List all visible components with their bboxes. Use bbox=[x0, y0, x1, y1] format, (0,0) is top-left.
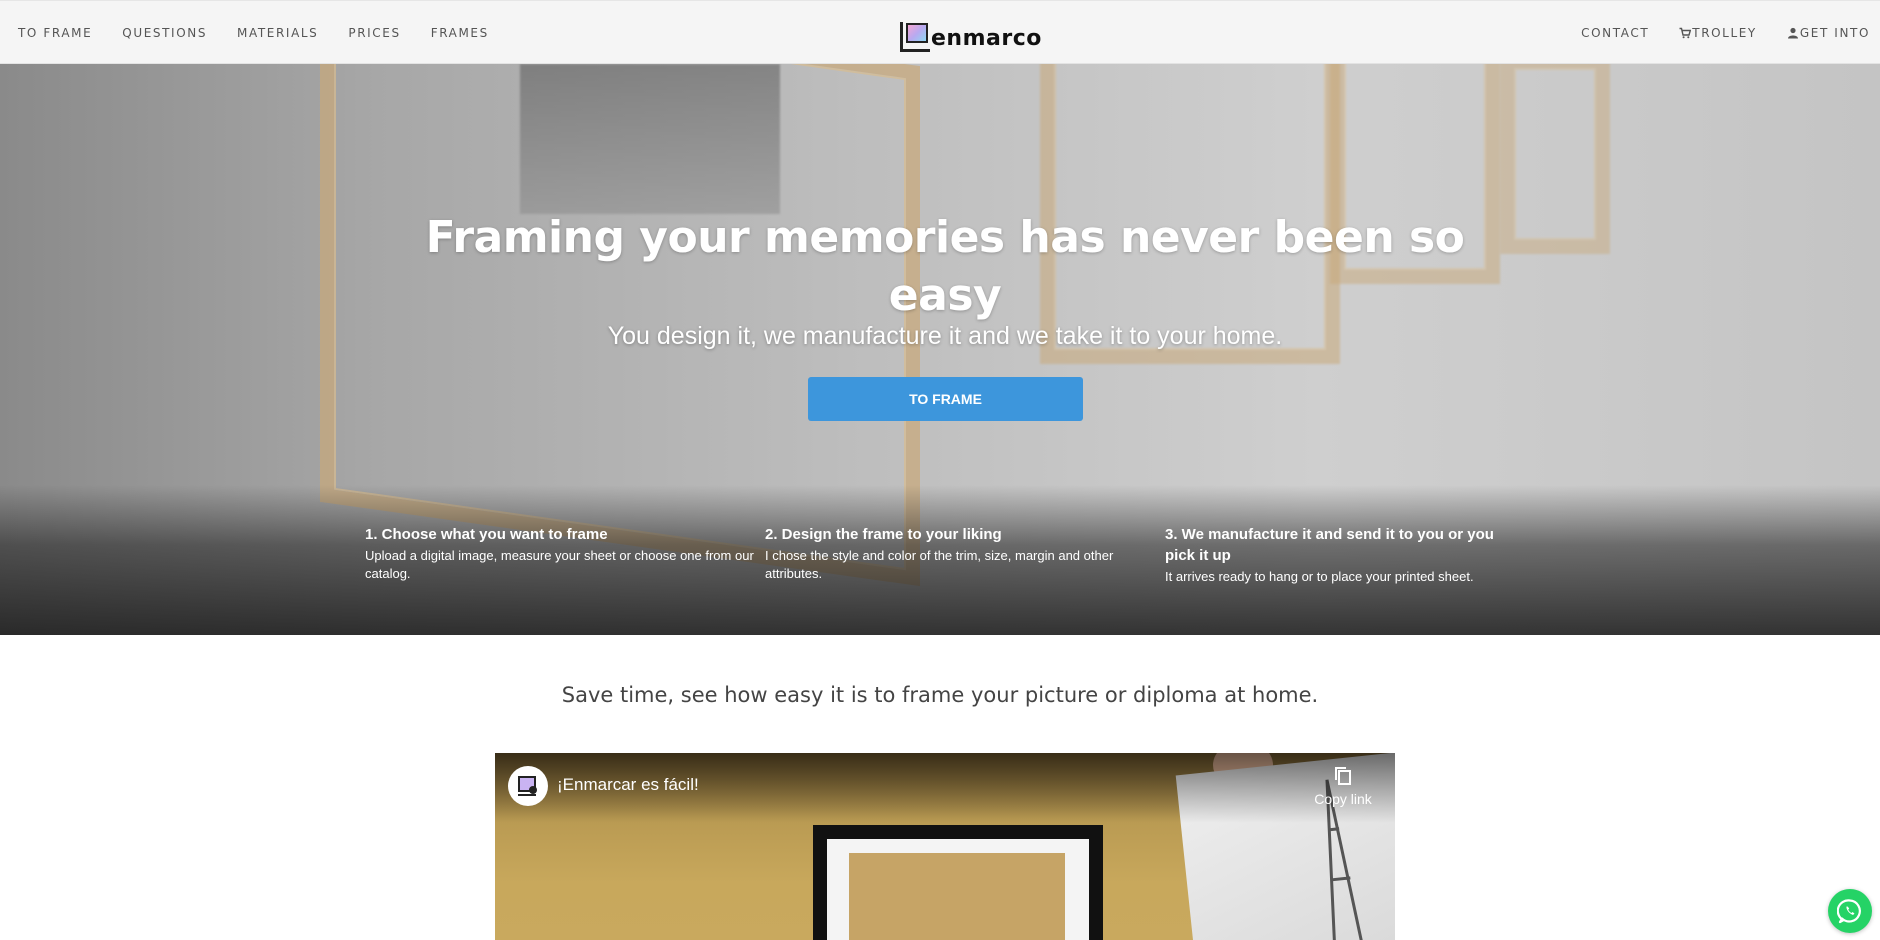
steps-row: 1. Choose what you want to frame Upload … bbox=[365, 524, 1515, 586]
nav-link-prices[interactable]: PRICES bbox=[348, 26, 400, 40]
copy-link-button[interactable]: Copy link bbox=[1313, 765, 1373, 807]
step-3: 3. We manufacture it and send it to you … bbox=[1165, 524, 1515, 586]
section-tagline: Save time, see how easy it is to frame y… bbox=[561, 683, 1319, 707]
nav-trolley-label: TROLLEY bbox=[1692, 26, 1757, 40]
hero-subtitle: You design it, we manufacture it and we … bbox=[607, 322, 1283, 350]
nav-link-materials[interactable]: MATERIALS bbox=[237, 26, 318, 40]
step-1-text: Upload a digital image, measure your she… bbox=[365, 548, 754, 581]
hero-banner: Framing your memories has never been so … bbox=[0, 64, 1880, 635]
cart-icon bbox=[1679, 27, 1692, 39]
channel-avatar[interactable] bbox=[508, 766, 548, 806]
copy-icon bbox=[1335, 767, 1351, 785]
nav-link-questions[interactable]: QUESTIONS bbox=[122, 26, 207, 40]
nav-right-menu: CONTACT TROLLEY GET INTO bbox=[1551, 1, 1870, 65]
step-3-text: It arrives ready to hang or to place you… bbox=[1165, 569, 1474, 584]
brand-name: enmarco bbox=[931, 26, 1042, 51]
copy-link-label: Copy link bbox=[1314, 791, 1372, 807]
nav-link-frames[interactable]: FRAMES bbox=[431, 26, 489, 40]
hero-title: Framing your memories has never been so … bbox=[425, 212, 1465, 321]
nav-link-trolley[interactable]: TROLLEY bbox=[1679, 26, 1757, 40]
video-picture-frame bbox=[813, 825, 1103, 940]
video-title[interactable]: ¡Enmarcar es fácil! bbox=[557, 775, 699, 795]
step-2: 2. Design the frame to your liking I cho… bbox=[765, 524, 1165, 586]
nav-get-into-label: GET INTO bbox=[1799, 26, 1870, 40]
step-1-title: 1. Choose what you want to frame bbox=[365, 526, 608, 543]
step-3-title: 3. We manufacture it and send it to you … bbox=[1165, 526, 1494, 564]
whatsapp-icon bbox=[1837, 899, 1861, 924]
logo-mark-icon bbox=[900, 22, 930, 52]
nav-left-menu: TO FRAME QUESTIONS MATERIALS PRICES FRAM… bbox=[18, 1, 519, 65]
step-1: 1. Choose what you want to frame Upload … bbox=[365, 524, 765, 586]
step-2-text: I chose the style and color of the trim,… bbox=[765, 548, 1114, 581]
hero-bg-frame-4 bbox=[1500, 64, 1610, 254]
user-icon bbox=[1787, 27, 1798, 39]
nav-link-contact[interactable]: CONTACT bbox=[1581, 26, 1649, 40]
whatsapp-button[interactable] bbox=[1828, 889, 1872, 933]
step-2-title: 2. Design the frame to your liking bbox=[765, 526, 1002, 543]
nav-link-to-frame[interactable]: TO FRAME bbox=[18, 26, 92, 40]
video-player[interactable]: ¡Enmarcar es fácil! Copy link bbox=[495, 753, 1395, 940]
to-frame-button[interactable]: TO FRAME bbox=[808, 377, 1083, 421]
brand-logo[interactable]: enmarco bbox=[900, 14, 1042, 52]
channel-logo-icon bbox=[518, 776, 537, 796]
top-navbar: TO FRAME QUESTIONS MATERIALS PRICES FRAM… bbox=[0, 0, 1880, 64]
nav-link-get-into[interactable]: GET INTO bbox=[1787, 26, 1870, 40]
